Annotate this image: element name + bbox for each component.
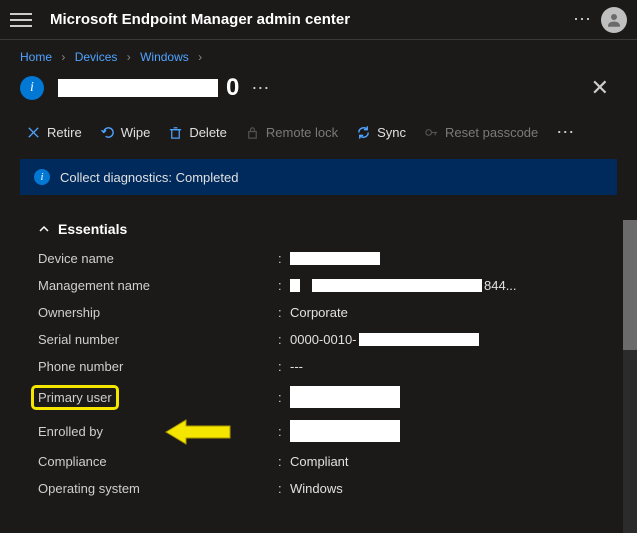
close-icon[interactable]: ✕ — [591, 75, 609, 101]
redacted-text — [290, 420, 400, 442]
value-operating-system: Windows — [290, 481, 601, 496]
info-icon: i — [34, 169, 50, 185]
breadcrumb-windows[interactable]: Windows — [140, 50, 189, 64]
info-icon: i — [20, 76, 44, 100]
label-serial-number: Serial number — [38, 332, 278, 347]
label-compliance: Compliance — [38, 454, 278, 469]
remote-lock-button: Remote lock — [245, 125, 338, 140]
reset-passcode-button: Reset passcode — [424, 125, 538, 140]
trash-icon — [168, 125, 183, 140]
chevron-right-icon: › — [192, 50, 208, 64]
heading-more-icon[interactable]: ⋯ — [251, 78, 269, 99]
hamburger-menu-icon[interactable] — [10, 9, 32, 31]
arrow-annotation-icon — [164, 418, 232, 446]
value-compliance: Compliant — [290, 454, 601, 469]
user-avatar-icon[interactable] — [601, 7, 627, 33]
chevron-right-icon: › — [121, 50, 137, 64]
breadcrumb: Home › Devices › Windows › — [0, 40, 637, 70]
essentials-toggle[interactable]: Essentials — [38, 221, 601, 237]
diagnostics-banner: i Collect diagnostics: Completed — [20, 159, 617, 195]
label-ownership: Ownership — [38, 305, 278, 320]
label-management-name: Management name — [38, 278, 278, 293]
page-heading: i 0 ⋯ ✕ — [0, 70, 637, 114]
value-enrolled-by — [290, 420, 601, 442]
value-serial-number: 0000-0010- — [290, 332, 601, 347]
redacted-text — [290, 279, 300, 292]
redacted-text — [58, 79, 218, 97]
value-device-name — [290, 252, 601, 265]
chevron-up-icon — [38, 223, 50, 235]
redacted-text — [359, 333, 479, 346]
value-primary-user — [290, 386, 601, 408]
app-title: Microsoft Endpoint Manager admin center — [50, 11, 563, 28]
sync-button[interactable]: Sync — [356, 125, 406, 140]
label-device-name: Device name — [38, 251, 278, 266]
lock-icon — [245, 125, 260, 140]
value-ownership: Corporate — [290, 305, 601, 320]
redacted-text — [290, 252, 380, 265]
key-icon — [424, 125, 439, 140]
top-more-icon[interactable]: ⋯ — [563, 9, 601, 30]
redacted-text — [290, 386, 400, 408]
label-operating-system: Operating system — [38, 481, 278, 496]
redacted-text — [312, 279, 482, 292]
highlight-annotation: Primary user — [31, 385, 119, 410]
wipe-button[interactable]: Wipe — [100, 125, 151, 140]
diagnostics-message: Collect diagnostics: Completed — [60, 170, 238, 185]
retire-button[interactable]: Retire — [26, 125, 82, 140]
delete-button[interactable]: Delete — [168, 125, 227, 140]
essentials-section: Essentials Device name : Management name… — [0, 195, 637, 496]
device-title-suffix: 0 — [226, 74, 239, 102]
x-icon — [26, 125, 41, 140]
value-management-name: 844... — [290, 278, 601, 293]
scroll-thumb[interactable] — [623, 220, 637, 350]
top-bar: Microsoft Endpoint Manager admin center … — [0, 0, 637, 40]
breadcrumb-devices[interactable]: Devices — [75, 50, 118, 64]
device-title: 0 ⋯ — [58, 74, 591, 102]
scrollbar[interactable] — [623, 220, 637, 533]
toolbar-more-icon[interactable]: ⋯ — [556, 122, 574, 143]
value-phone-number: --- — [290, 359, 601, 374]
undo-icon — [100, 125, 115, 140]
label-primary-user: Primary user — [38, 390, 278, 405]
label-enrolled-by: Enrolled by — [38, 424, 278, 439]
sync-icon — [356, 125, 371, 140]
command-toolbar: Retire Wipe Delete Remote lock Sync Rese… — [0, 114, 637, 153]
essentials-grid: Device name : Management name : 844... O… — [38, 251, 601, 496]
breadcrumb-home[interactable]: Home — [20, 50, 52, 64]
label-phone-number: Phone number — [38, 359, 278, 374]
chevron-right-icon: › — [55, 50, 71, 64]
